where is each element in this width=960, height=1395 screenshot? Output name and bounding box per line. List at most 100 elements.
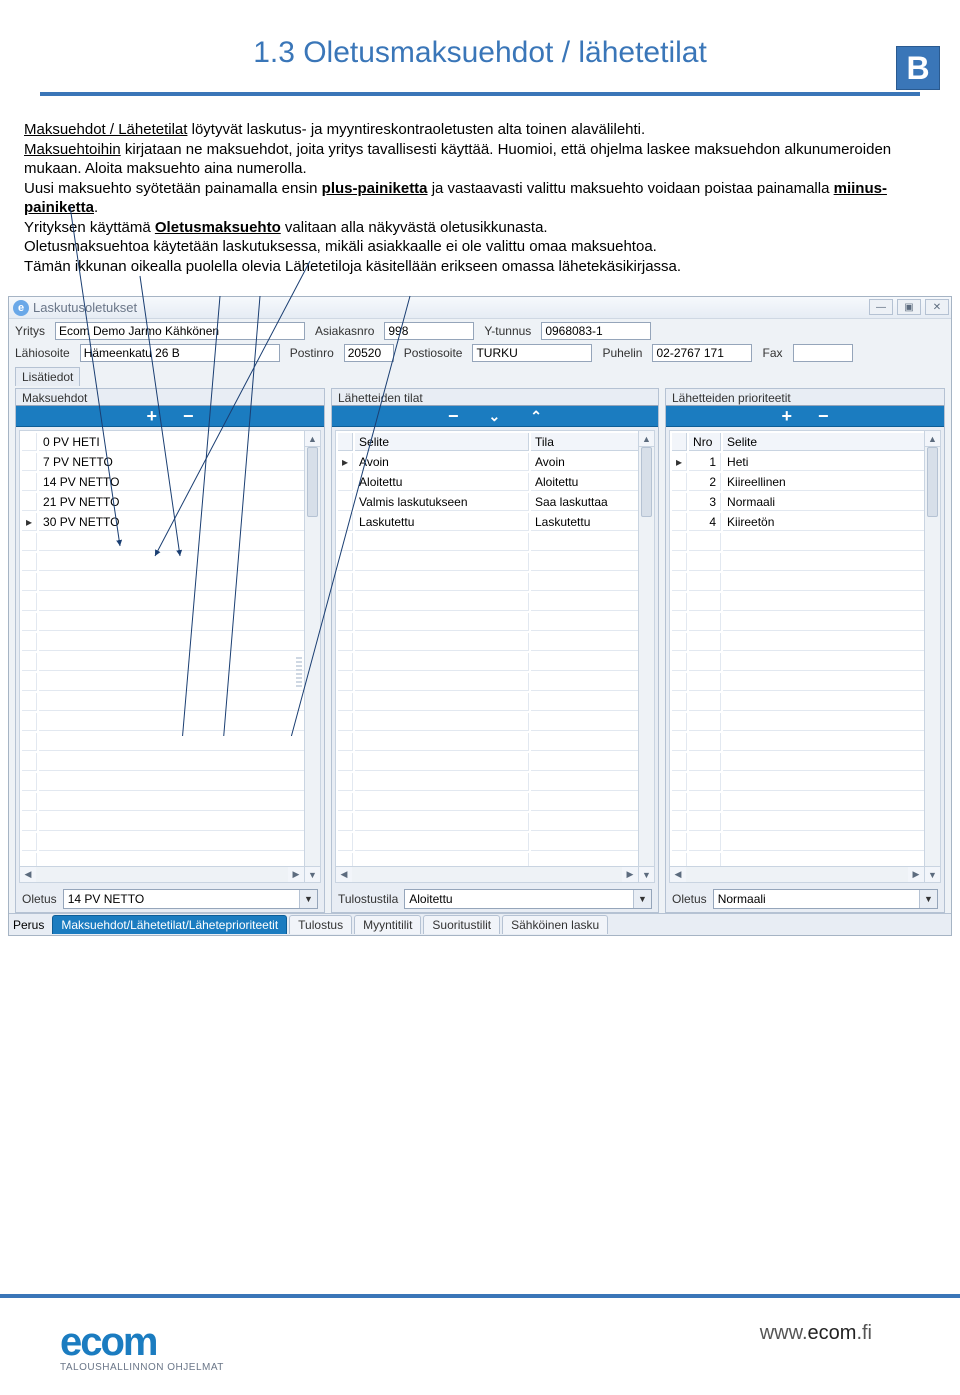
titlebar: e Laskutusoletukset — ▣ ✕ (9, 297, 951, 319)
page-footer: ecom TALOUSHALLINNON OHJELMAT www.ecom.f… (0, 1294, 960, 1373)
lahetetilat-table[interactable]: Selite Tila ▸AvoinAvoin AloitettuAloitet… (336, 431, 654, 883)
window-title: Laskutusoletukset (33, 300, 137, 315)
col-selite[interactable]: Selite (355, 433, 529, 451)
scrollbar-horiz[interactable]: ◀ ▶ (336, 866, 638, 882)
scroll-left-icon[interactable]: ◀ (336, 867, 352, 882)
tulostustila-dropdown[interactable]: Aloitettu ▼ (404, 889, 652, 909)
col-tila[interactable]: Tila (531, 433, 652, 451)
col-nro[interactable]: Nro (689, 433, 721, 451)
yritys-input[interactable] (55, 322, 305, 340)
maksuehdot-list[interactable]: 0 PV HETI 7 PV NETTO 14 PV NETTO 21 PV N… (20, 431, 320, 883)
panel-lahetetilat-footer: Tulostustila Aloitettu ▼ (332, 886, 658, 912)
scroll-left-icon[interactable]: ◀ (670, 867, 686, 882)
oletus-prio-value: Normaali (714, 890, 919, 908)
scroll-thumb[interactable] (307, 447, 318, 517)
chevron-up-icon[interactable]: ⌃ (526, 409, 546, 423)
scroll-right-icon[interactable]: ▶ (908, 867, 924, 882)
plus-icon[interactable]: + (777, 407, 796, 425)
postinro-label: Postinro (290, 346, 334, 360)
puhelin-label: Puhelin (602, 346, 642, 360)
scroll-thumb[interactable] (927, 447, 938, 517)
col-selite[interactable]: Selite (723, 433, 938, 451)
postiosoite-label: Postiosoite (404, 346, 463, 360)
table-row: 4Kiireetön (672, 513, 938, 531)
app-icon: e (13, 300, 29, 316)
postinro-input[interactable] (344, 344, 394, 362)
explanation-text: Maksuehdot / Lähetetilat löytyvät laskut… (24, 120, 936, 276)
oletus-prio-dropdown[interactable]: Normaali ▼ (713, 889, 938, 909)
oletus-maksuehto-value: 14 PV NETTO (64, 890, 299, 908)
minus-icon[interactable]: − (444, 407, 463, 425)
tab-maksuehdot[interactable]: Maksuehdot/Lähetetilat/Läheteprioriteeti… (52, 915, 287, 934)
section-badge: B (896, 46, 940, 90)
minus-icon[interactable]: − (814, 407, 833, 425)
table-row: 2Kiireellinen (672, 473, 938, 491)
header-row-1: Yritys Asiakasnro Y-tunnus (9, 319, 951, 341)
tulostustila-value: Aloitettu (405, 890, 633, 908)
scroll-down-icon[interactable]: ▼ (305, 866, 320, 882)
table-row: Valmis laskutukseenSaa laskuttaa (338, 493, 652, 511)
prioriteetit-table[interactable]: Nro Selite ▸1Heti 2Kiireellinen 3Normaal… (670, 431, 940, 883)
page-title: 1.3 Oletusmaksuehdot / lähetetilat (0, 36, 960, 70)
panel-prioriteetit-body: Nro Selite ▸1Heti 2Kiireellinen 3Normaal… (669, 430, 941, 883)
panels: Maksuehdot + − 0 PV HETI 7 PV NETTO 14 P… (9, 386, 951, 913)
ytunnus-label: Y-tunnus (484, 324, 531, 338)
minus-icon[interactable]: − (179, 407, 198, 425)
logo: ecom TALOUSHALLINNON OHJELMAT (60, 1322, 224, 1373)
scroll-down-icon[interactable]: ▼ (925, 866, 940, 882)
panel-lahetetilat-title: Lähetteiden tilat (332, 389, 658, 405)
tab-suoritustilit[interactable]: Suoritustilit (423, 915, 500, 934)
ytunnus-input[interactable] (541, 322, 651, 340)
chevron-down-icon[interactable]: ▼ (299, 890, 317, 908)
bottom-tabs-label: Perus (13, 918, 44, 932)
lahiosoite-input[interactable] (80, 344, 280, 362)
scroll-right-icon[interactable]: ▶ (288, 867, 304, 882)
table-row: ▸AvoinAvoin (338, 453, 652, 471)
title-rule (40, 92, 920, 96)
panel-lahetetilat: Lähetteiden tilat − ⌄ ⌃ Selite Tila ▸Avo… (331, 388, 659, 913)
oletus-label: Oletus (22, 892, 57, 906)
fax-label: Fax (762, 346, 782, 360)
panel-maksuehdot-body: 0 PV HETI 7 PV NETTO 14 PV NETTO 21 PV N… (19, 430, 321, 883)
scrollbar-horiz[interactable]: ◀ ▶ (20, 866, 304, 882)
resize-grip[interactable] (296, 657, 302, 687)
panel-maksuehdot: Maksuehdot + − 0 PV HETI 7 PV NETTO 14 P… (15, 388, 325, 913)
scroll-up-icon[interactable]: ▲ (305, 431, 320, 447)
plus-icon[interactable]: + (142, 407, 161, 425)
scroll-right-icon[interactable]: ▶ (622, 867, 638, 882)
panel-prioriteetit: Lähetteiden prioriteetit + − Nro Selite … (665, 388, 945, 913)
header-row-2: Lähiosoite Postinro Postiosoite Puhelin … (9, 341, 951, 363)
scroll-left-icon[interactable]: ◀ (20, 867, 36, 882)
scroll-down-icon[interactable]: ▼ (639, 866, 654, 882)
chevron-down-icon[interactable]: ▼ (633, 890, 651, 908)
panel-maksuehdot-toolbar: + − (16, 405, 324, 427)
chevron-down-icon[interactable]: ▼ (919, 890, 937, 908)
panel-lahetetilat-toolbar: − ⌄ ⌃ (332, 405, 658, 427)
tab-sahkoinen-lasku[interactable]: Sähköinen lasku (502, 915, 608, 934)
postiosoite-input[interactable] (472, 344, 592, 362)
fax-input[interactable] (793, 344, 853, 362)
lahiosoite-label: Lähiosoite (15, 346, 70, 360)
table-row: 3Normaali (672, 493, 938, 511)
minimize-button[interactable]: — (869, 299, 893, 315)
scrollbar-vert[interactable]: ▲ ▼ (924, 431, 940, 882)
oletus-maksuehto-dropdown[interactable]: 14 PV NETTO ▼ (63, 889, 318, 909)
panel-maksuehdot-footer: Oletus 14 PV NETTO ▼ (16, 886, 324, 912)
scroll-thumb[interactable] (641, 447, 652, 517)
puhelin-input[interactable] (652, 344, 752, 362)
asiakasnro-input[interactable] (384, 322, 474, 340)
maximize-button[interactable]: ▣ (897, 299, 921, 315)
chevron-down-icon[interactable]: ⌄ (485, 409, 505, 423)
asiakasnro-label: Asiakasnro (315, 324, 374, 338)
table-row: AloitettuAloitettu (338, 473, 652, 491)
scroll-up-icon[interactable]: ▲ (925, 431, 940, 447)
scroll-up-icon[interactable]: ▲ (639, 431, 654, 447)
close-button[interactable]: ✕ (925, 299, 949, 315)
scrollbar-horiz[interactable]: ◀ ▶ (670, 866, 924, 882)
tab-lisatiedot[interactable]: Lisätiedot (15, 367, 80, 386)
scrollbar-vert[interactable]: ▲ ▼ (638, 431, 654, 882)
tab-myyntitilit[interactable]: Myyntitilit (354, 915, 421, 934)
tab-tulostus[interactable]: Tulostus (289, 915, 352, 934)
yritys-label: Yritys (15, 324, 45, 338)
scrollbar-vert[interactable]: ▲ ▼ (304, 431, 320, 882)
